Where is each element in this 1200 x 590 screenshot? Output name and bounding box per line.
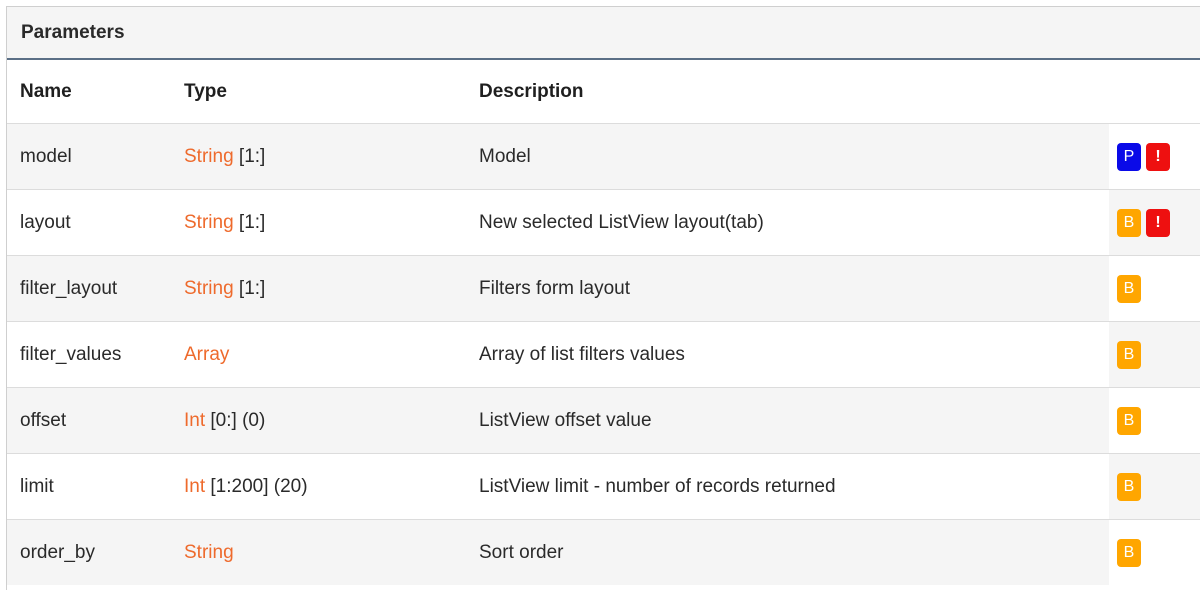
panel-title: Parameters xyxy=(7,7,1200,60)
param-type: Int xyxy=(184,475,206,497)
column-header-flags xyxy=(1109,60,1200,124)
param-description: New selected ListView layout(tab) xyxy=(469,189,1109,256)
param-name: filter_values xyxy=(7,321,174,388)
required-badge: ! xyxy=(1146,208,1170,237)
param-name: limit xyxy=(7,453,174,520)
param-flags: B xyxy=(1109,453,1200,520)
param-type-cell: String [1:] xyxy=(174,255,469,322)
column-header-description: Description xyxy=(479,80,584,102)
param-name: order_by xyxy=(7,519,174,585)
param-name: model xyxy=(7,123,174,190)
param-type-cell: Int [1:200] (20) xyxy=(174,453,469,520)
param-description: Sort order xyxy=(469,519,1109,585)
param-flags: B xyxy=(1109,519,1200,585)
param-type-cell: Int [0:] (0) xyxy=(174,387,469,454)
param-type: String xyxy=(184,211,234,233)
body-badge: B xyxy=(1117,208,1141,237)
table-row: limit Int [1:200] (20) ListView limit - nu… xyxy=(7,453,1200,520)
param-type-constraint: [1:] xyxy=(238,145,266,167)
column-header-name: Name xyxy=(20,80,72,102)
param-name: layout xyxy=(7,189,174,256)
body-badge: B xyxy=(1117,340,1141,369)
parameters-panel: Parameters Name Type Description model St… xyxy=(6,6,1200,590)
post-badge: P xyxy=(1117,142,1141,171)
param-description: Model xyxy=(469,123,1109,190)
param-type-cell: String [1:] xyxy=(174,189,469,256)
column-header-type: Type xyxy=(184,80,227,102)
table-row: filter_values Array Array of list filters … xyxy=(7,321,1200,388)
param-flags: B xyxy=(1109,321,1200,388)
param-type-cell: String [1:] xyxy=(174,123,469,190)
parameters-table: Name Type Description model String [1:] Mo… xyxy=(7,60,1200,585)
param-type: String xyxy=(184,541,234,563)
param-type: String xyxy=(184,145,234,167)
param-description: Array of list filters values xyxy=(469,321,1109,388)
param-flags: P! xyxy=(1109,123,1200,190)
param-type-constraint: [1:] xyxy=(238,211,266,233)
table-header-row: Name Type Description xyxy=(7,60,1200,124)
body-badge: B xyxy=(1117,274,1141,303)
param-type-constraint: [1:] xyxy=(238,277,266,299)
param-type: Int xyxy=(184,409,206,431)
param-type: String xyxy=(184,277,234,299)
table-row: model String [1:] Model P! xyxy=(7,123,1200,190)
table-row: offset Int [0:] (0) ListView offset value B xyxy=(7,387,1200,454)
param-type-cell: Array xyxy=(174,321,469,388)
table-row: order_by String Sort order B xyxy=(7,519,1200,585)
param-description: ListView offset value xyxy=(469,387,1109,454)
table-row: filter_layout String [1:] Filters form lay… xyxy=(7,255,1200,322)
param-flags: B! xyxy=(1109,189,1200,256)
table-row: layout String [1:] New selected ListView l… xyxy=(7,189,1200,256)
body-badge: B xyxy=(1117,538,1141,567)
body-badge: B xyxy=(1117,406,1141,435)
param-description: Filters form layout xyxy=(469,255,1109,322)
param-type: Array xyxy=(184,343,230,365)
param-type-cell: String xyxy=(174,519,469,585)
param-type-constraint: [1:200] (20) xyxy=(210,475,308,497)
param-flags: B xyxy=(1109,255,1200,322)
param-name: filter_layout xyxy=(7,255,174,322)
required-badge: ! xyxy=(1146,142,1170,171)
param-flags: B xyxy=(1109,387,1200,454)
param-type-constraint: [0:] (0) xyxy=(210,409,266,431)
param-name: offset xyxy=(7,387,174,454)
body-badge: B xyxy=(1117,472,1141,501)
param-description: ListView limit - number of records retur… xyxy=(469,453,1109,520)
